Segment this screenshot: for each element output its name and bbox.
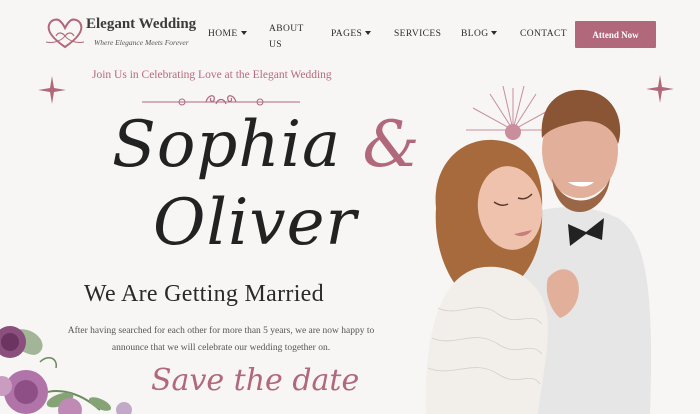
- flower-decoration-icon: [0, 326, 132, 414]
- couple-photo: [425, 85, 652, 414]
- bride-name: Sophia &: [112, 108, 421, 182]
- ampersand: &: [362, 108, 421, 182]
- nav-item-blog[interactable]: BLOG: [461, 29, 498, 39]
- main-nav: HOME ABOUT US PAGES SERVICES BLOG CONTAC…: [0, 0, 700, 70]
- bride-name-text: Sophia: [112, 108, 342, 182]
- save-the-date-text: Save the date: [151, 363, 360, 398]
- sparkle-icon: [38, 76, 66, 104]
- chevron-down-icon: [240, 31, 247, 35]
- ornament-divider: [142, 95, 300, 106]
- attend-now-button[interactable]: Attend Now: [575, 21, 656, 48]
- nav-item-label: SERVICES: [394, 29, 442, 39]
- nav-item-services[interactable]: SERVICES: [394, 29, 441, 39]
- nav-item-label: ABOUT US: [269, 24, 304, 50]
- nav-item-label: BLOG: [461, 29, 489, 39]
- nav-item-pages[interactable]: PAGES: [331, 29, 372, 39]
- groom-name: Oliver: [153, 186, 358, 260]
- nav-item-label: HOME: [208, 29, 238, 39]
- nav-item-label: CONTACT: [520, 29, 567, 39]
- nav-item-home[interactable]: HOME: [208, 29, 247, 39]
- chevron-down-icon: [365, 31, 372, 35]
- nav-item-label: PAGES: [331, 29, 363, 39]
- invite-text: Join Us in Celebrating Love at the Elega…: [92, 69, 332, 81]
- nav-item-contact[interactable]: CONTACT: [520, 29, 567, 39]
- chevron-down-icon: [491, 31, 498, 35]
- nav-item-about-us[interactable]: ABOUT US: [269, 21, 309, 53]
- site-header: Elegant Wedding Where Elegance Meets For…: [0, 0, 700, 70]
